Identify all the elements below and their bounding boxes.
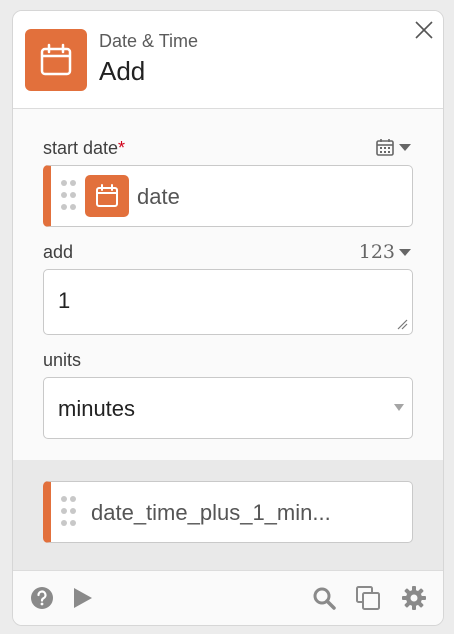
- add-type-picker[interactable]: 123: [359, 241, 411, 263]
- start-date-field[interactable]: date: [43, 165, 413, 227]
- settings-icon[interactable]: [401, 585, 427, 611]
- calendar-type-icon: [376, 139, 394, 156]
- add-label: add: [43, 242, 74, 262]
- app-name: Date & Time: [99, 31, 199, 51]
- search-icon[interactable]: [311, 585, 337, 611]
- date-token-icon: [85, 175, 129, 217]
- duplicate-icon[interactable]: [355, 585, 381, 611]
- units-select[interactable]: minutes: [43, 377, 413, 439]
- chevron-down-icon: [399, 248, 411, 256]
- output-section: date_time_plus_1_min...: [13, 460, 443, 572]
- action-card: Date & Time Add start date* date add 123…: [12, 10, 444, 626]
- calendar-icon: [96, 184, 118, 207]
- drag-handle-icon[interactable]: [61, 496, 77, 530]
- card-footer: [13, 570, 443, 625]
- number-type-icon: 123: [358, 241, 395, 263]
- output-token-text: date_time_plus_1_min...: [91, 500, 331, 525]
- units-selected-value: minutes: [58, 396, 136, 421]
- drag-handle-icon[interactable]: [61, 180, 77, 214]
- help-icon[interactable]: [29, 585, 55, 611]
- card-header: Date & Time Add: [13, 11, 443, 109]
- add-input-value: 1: [58, 288, 71, 313]
- units-label: units: [43, 350, 82, 370]
- output-token-field[interactable]: date_time_plus_1_min...: [43, 481, 413, 543]
- start-date-label: start date*: [43, 138, 125, 159]
- add-input[interactable]: 1: [43, 269, 413, 335]
- required-mark: *: [118, 138, 126, 158]
- play-icon[interactable]: [69, 585, 95, 611]
- date-time-app-icon: [25, 29, 87, 91]
- start-date-type-picker[interactable]: [375, 137, 411, 157]
- resize-handle-icon[interactable]: [396, 318, 408, 330]
- chevron-down-icon: [394, 404, 404, 411]
- close-icon[interactable]: [413, 19, 435, 41]
- chevron-down-icon: [399, 143, 411, 151]
- action-title: Add: [99, 56, 146, 86]
- start-date-label-text: start date: [43, 138, 119, 158]
- date-token-text: date: [137, 184, 180, 209]
- calendar-icon: [40, 43, 72, 76]
